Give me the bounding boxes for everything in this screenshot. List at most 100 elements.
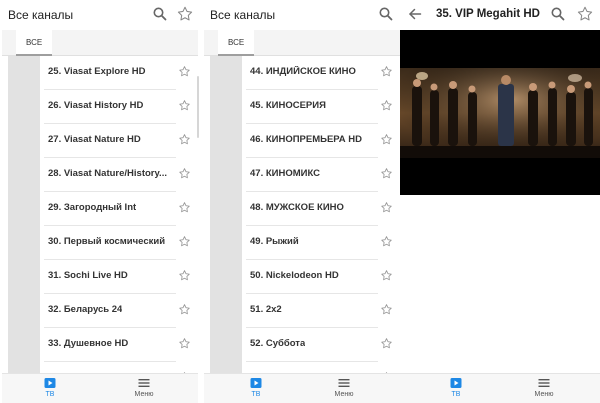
favorite-star-icon[interactable] bbox=[178, 235, 191, 248]
favorite-star-icon[interactable] bbox=[178, 337, 191, 350]
category-tabs: ВСЕ bbox=[2, 30, 198, 56]
channel-logo bbox=[8, 56, 40, 90]
favorite-star-icon[interactable] bbox=[380, 303, 393, 316]
channel-row[interactable]: 50. Nickelodeon HD bbox=[204, 260, 400, 294]
tv-play-icon bbox=[250, 378, 262, 388]
channel-row[interactable]: 46. КИНОПРЕМЬЕРА HD bbox=[204, 124, 400, 158]
nav-tv[interactable]: ТВ bbox=[436, 377, 476, 403]
channel-name: 31. Sochi Live HD bbox=[48, 270, 128, 281]
channel-row[interactable]: 31. Sochi Live HD bbox=[2, 260, 198, 294]
nav-tv-label: ТВ bbox=[451, 391, 461, 398]
channel-row[interactable]: 27. Viasat Nature HD bbox=[2, 124, 198, 158]
channel-logo bbox=[8, 192, 40, 226]
channel-name: 52. Суббота bbox=[250, 338, 306, 349]
favorite-star-icon[interactable] bbox=[380, 133, 393, 146]
nav-menu[interactable]: Меню bbox=[124, 377, 164, 403]
favorite-star-icon[interactable] bbox=[178, 99, 191, 112]
channel-list: 44. ИНДИЙСКОЕ КИНО 45. КИНОСЕРИЯ 46. КИНОП… bbox=[204, 56, 400, 373]
channel-name: 44. ИНДИЙСКОЕ КИНО bbox=[250, 66, 356, 77]
channel-row[interactable]: 51. 2x2 bbox=[204, 294, 400, 328]
arrow-left-icon[interactable] bbox=[408, 7, 422, 21]
header-title: Все каналы bbox=[210, 8, 276, 22]
channel-name: 33. Душевное HD bbox=[48, 338, 129, 349]
channel-logo bbox=[210, 328, 242, 362]
channel-logo bbox=[210, 192, 242, 226]
favorite-star-icon[interactable] bbox=[178, 167, 191, 180]
channel-name: 51. 2x2 bbox=[250, 304, 282, 315]
scrollbar[interactable] bbox=[197, 76, 199, 138]
hamburger-menu-icon bbox=[538, 379, 550, 387]
channel-logo bbox=[210, 226, 242, 260]
favorite-star-icon[interactable] bbox=[380, 99, 393, 112]
channel-row[interactable]: 25. Viasat Explore HD bbox=[2, 56, 198, 90]
channel-row[interactable]: 30. Первый космический bbox=[2, 226, 198, 260]
favorite-star-icon[interactable] bbox=[380, 269, 393, 282]
favorite-star-icon[interactable] bbox=[178, 133, 191, 146]
channel-name: 32. Беларусь 24 bbox=[48, 304, 123, 315]
search-icon[interactable] bbox=[378, 6, 394, 22]
channel-row[interactable]: 29. Загородный Int bbox=[2, 192, 198, 226]
video-player[interactable] bbox=[400, 30, 600, 195]
channel-row[interactable]: 44. ИНДИЙСКОЕ КИНО bbox=[204, 56, 400, 90]
app-header: Все каналы bbox=[204, 0, 400, 30]
hamburger-menu-icon bbox=[338, 379, 350, 387]
category-tabs: ВСЕ bbox=[204, 30, 400, 56]
nav-tv-label: ТВ bbox=[45, 391, 55, 398]
channel-logo bbox=[8, 124, 40, 158]
tab-all[interactable]: ВСЕ bbox=[218, 30, 255, 56]
player-header: 35. VIP Megahit HD bbox=[400, 0, 600, 30]
channel-name: 28. Viasat Nature/History... bbox=[48, 168, 167, 179]
channel-title: 35. VIP Megahit HD bbox=[436, 8, 540, 20]
channel-name: 30. Первый космический bbox=[48, 236, 166, 247]
search-icon[interactable] bbox=[550, 6, 566, 22]
star-outline-icon[interactable] bbox=[176, 5, 194, 23]
channel-logo bbox=[8, 362, 40, 373]
channel-row[interactable]: 32. Беларусь 24 bbox=[2, 294, 198, 328]
nav-tv[interactable]: ТВ bbox=[236, 377, 276, 403]
channel-row[interactable]: 52. Суббота bbox=[204, 328, 400, 362]
nav-menu[interactable]: Меню bbox=[324, 377, 364, 403]
channel-logo bbox=[8, 328, 40, 362]
favorite-star-icon[interactable] bbox=[178, 269, 191, 282]
channel-list-panel-1: Все каналы ВСЕ 25. Viasat Explore HD 26. … bbox=[2, 0, 198, 403]
channel-row[interactable]: 34. VIP Comedy HD bbox=[2, 362, 198, 373]
favorite-star-icon[interactable] bbox=[380, 201, 393, 214]
channel-logo bbox=[210, 362, 242, 373]
favorite-star-icon[interactable] bbox=[178, 201, 191, 214]
bottom-navigation: ТВ Меню bbox=[204, 373, 400, 403]
channel-row[interactable]: 45. КИНОСЕРИЯ bbox=[204, 90, 400, 124]
tab-all[interactable]: ВСЕ bbox=[16, 30, 53, 56]
channel-name: 49. Рыжий bbox=[250, 236, 299, 247]
channel-name: 26. Viasat History HD bbox=[48, 100, 144, 111]
channel-logo bbox=[8, 226, 40, 260]
nav-tv[interactable]: ТВ bbox=[30, 377, 70, 403]
channel-name: 50. Nickelodeon HD bbox=[250, 270, 339, 281]
channel-row[interactable]: 53. ТВ3 bbox=[204, 362, 400, 373]
channel-row[interactable]: 26. Viasat History HD bbox=[2, 90, 198, 124]
nav-menu[interactable]: Меню bbox=[524, 377, 564, 403]
star-outline-icon[interactable] bbox=[576, 5, 594, 23]
channel-row[interactable]: 28. Viasat Nature/History... bbox=[2, 158, 198, 192]
hamburger-menu-icon bbox=[138, 379, 150, 387]
channel-name: 29. Загородный Int bbox=[48, 202, 137, 213]
favorite-star-icon[interactable] bbox=[380, 167, 393, 180]
channel-logo bbox=[8, 158, 40, 192]
channel-name: 48. МУЖСКОЕ КИНО bbox=[250, 202, 344, 213]
search-icon[interactable] bbox=[152, 6, 168, 22]
channel-row[interactable]: 33. Душевное HD bbox=[2, 328, 198, 362]
favorite-star-icon[interactable] bbox=[178, 65, 191, 78]
channel-row[interactable]: 47. КИНОМИКС bbox=[204, 158, 400, 192]
favorite-star-icon[interactable] bbox=[380, 65, 393, 78]
channel-name: 47. КИНОМИКС bbox=[250, 168, 320, 179]
channel-logo bbox=[210, 124, 242, 158]
nav-tv-label: ТВ bbox=[251, 391, 261, 398]
favorite-star-icon[interactable] bbox=[178, 303, 191, 316]
tv-play-icon bbox=[44, 378, 56, 388]
channel-row[interactable]: 48. МУЖСКОЕ КИНО bbox=[204, 192, 400, 226]
nav-menu-label: Меню bbox=[534, 391, 554, 398]
favorite-star-icon[interactable] bbox=[380, 235, 393, 248]
channel-name: 25. Viasat Explore HD bbox=[48, 66, 146, 77]
favorite-star-icon[interactable] bbox=[380, 337, 393, 350]
channel-list: 25. Viasat Explore HD 26. Viasat History … bbox=[2, 56, 198, 373]
channel-row[interactable]: 49. Рыжий bbox=[204, 226, 400, 260]
